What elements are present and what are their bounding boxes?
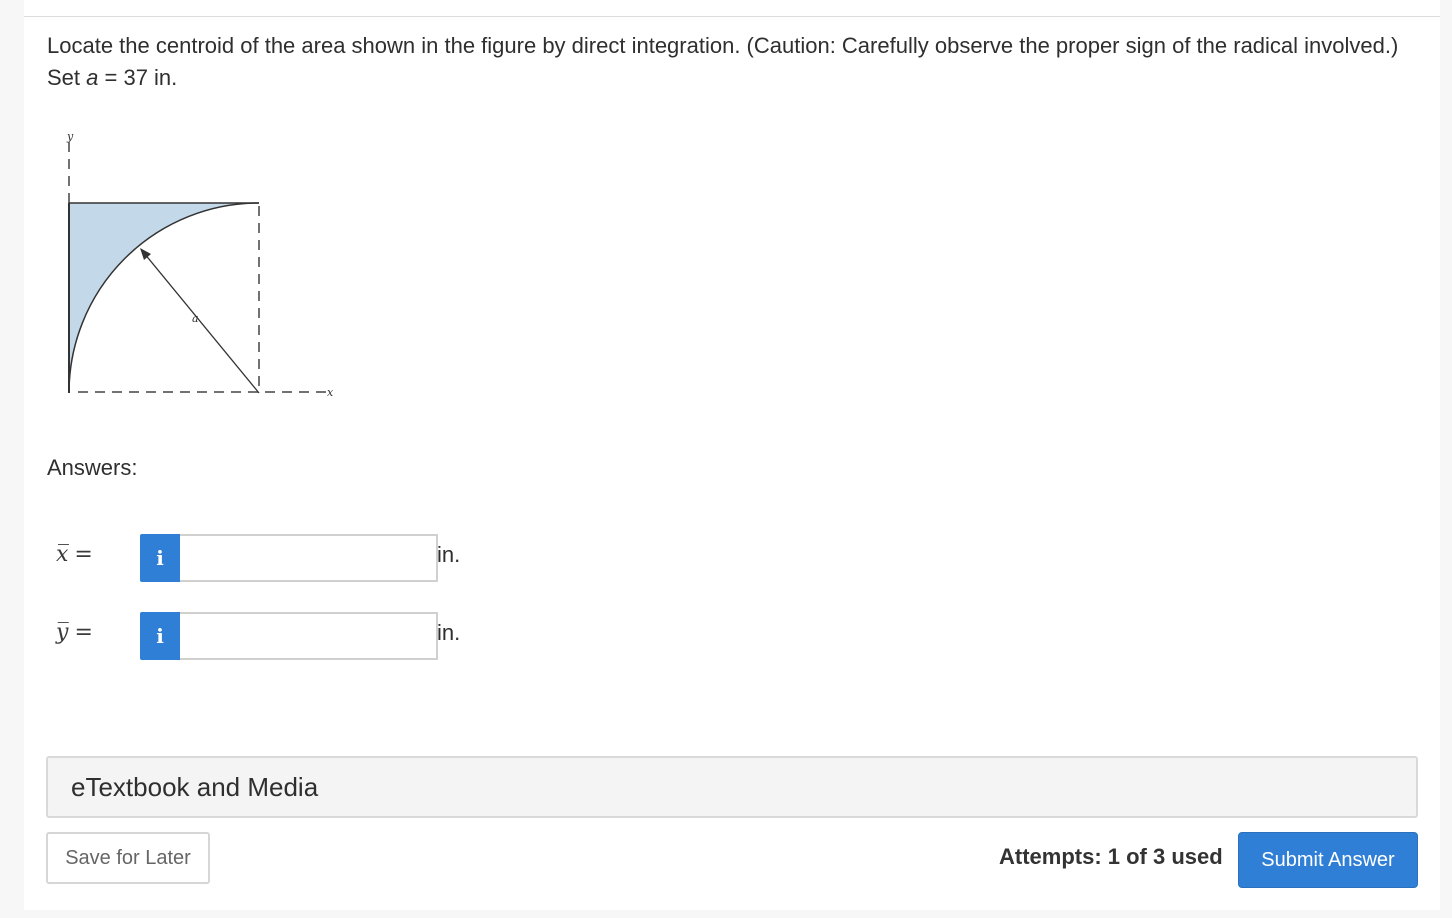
attempts-counter: Attempts: 1 of 3 used [999,844,1223,869]
save-for-later-button[interactable]: Save for Later [46,832,210,884]
equals-sign: = [74,542,93,567]
question-variable: a [86,65,99,90]
submit-answer-button[interactable]: Submit Answer [1238,832,1418,888]
etextbook-media-panel[interactable]: eTextbook and Media [46,756,1418,818]
etextbook-media-label: eTextbook and Media [71,772,319,802]
question-text: Locate the centroid of the area shown in… [47,30,1417,94]
info-icon[interactable]: i [140,612,180,660]
x-bar-input[interactable] [180,534,438,582]
y-axis-label: y [66,130,74,143]
x-bar-label: x̅ = [56,542,106,567]
question-text-end: = 37 in. [98,65,178,90]
top-divider [24,16,1440,17]
equals-sign: = [74,620,93,645]
question-text-start: Locate the centroid of the area shown in… [47,33,1399,90]
y-bar-unit: in. [437,620,461,645]
radius-line [143,252,260,394]
shaded-area [69,203,259,393]
answers-label: Answers: [47,455,138,480]
radius-arrowhead [140,248,151,260]
x-axis-label: x [327,386,334,399]
y-bar-symbol: y̅ [56,620,69,645]
y-bar-label: y̅ = [56,620,106,645]
radius-label: a [192,312,199,325]
x-bar-unit: in. [437,542,461,567]
x-bar-symbol: x̅ [56,542,69,567]
problem-figure: y x a [66,130,334,399]
y-bar-input[interactable] [180,612,438,660]
info-icon[interactable]: i [140,534,180,582]
